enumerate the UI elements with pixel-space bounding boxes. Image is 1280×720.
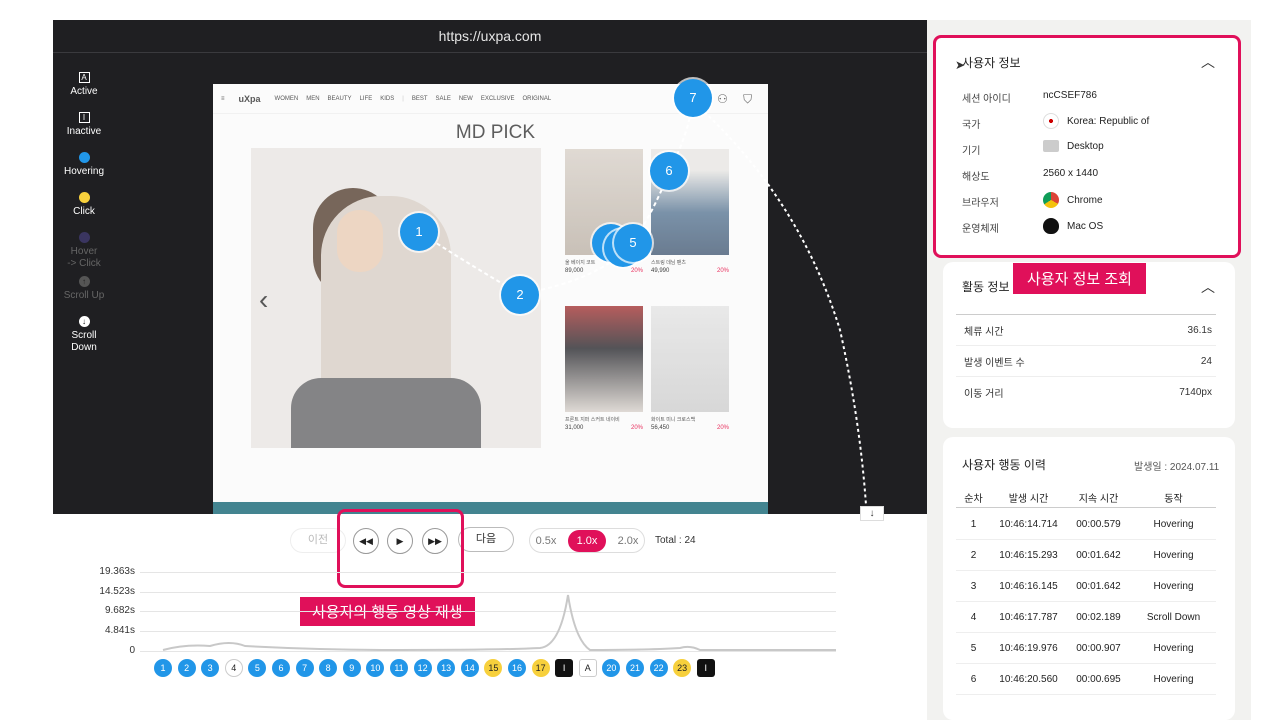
activity-row: 체류 시간 36.1s bbox=[956, 315, 1216, 346]
country: Korea: Republic of bbox=[1043, 113, 1149, 129]
activity-title: 활동 정보 bbox=[962, 280, 1010, 294]
timeline-event[interactable]: 17 bbox=[531, 659, 550, 677]
user-info-annotation-tag: 사용자 정보 조회 bbox=[1013, 263, 1146, 294]
timeline-event[interactable]: 7 bbox=[295, 659, 314, 677]
activity-row: 이동 거리 7140px bbox=[964, 387, 1212, 400]
history-table-header: 순차 발생 시간 지속 시간 동작 bbox=[956, 488, 1216, 508]
timeline-event[interactable]: I bbox=[555, 659, 574, 677]
resolution: 2560 x 1440 bbox=[1043, 168, 1099, 179]
history-date: 발생일 : 2024.07.11 bbox=[1134, 462, 1220, 473]
timeline-event[interactable]: A bbox=[578, 659, 597, 677]
korea-flag-icon bbox=[1043, 113, 1059, 129]
apple-icon bbox=[1043, 218, 1059, 234]
timeline-event[interactable]: 14 bbox=[460, 659, 479, 677]
os: Mac OS bbox=[1043, 218, 1103, 234]
cursor-icon: ➤ bbox=[955, 58, 966, 72]
timeline-event[interactable]: 21 bbox=[626, 659, 644, 677]
device: Desktop bbox=[1043, 140, 1104, 152]
session-id: ncCSEF786 bbox=[1043, 90, 1097, 101]
timeline-event[interactable]: 16 bbox=[508, 659, 526, 677]
timeline-event[interactable]: 12 bbox=[413, 659, 432, 677]
timeline-event[interactable]: 9 bbox=[342, 659, 361, 677]
history-title: 사용자 행동 이력 bbox=[962, 458, 1046, 472]
timeline-event[interactable]: 4 bbox=[224, 659, 243, 677]
timeline-event[interactable]: 22 bbox=[649, 659, 668, 677]
collapse-icon[interactable]: ︿ bbox=[1201, 277, 1215, 297]
history-row[interactable]: 2 10:46:15.293 00:01.642 Hovering bbox=[956, 540, 1216, 571]
timeline-event[interactable]: 1 bbox=[154, 659, 172, 677]
chrome-icon bbox=[1043, 192, 1059, 208]
timeline-event[interactable]: I bbox=[696, 659, 715, 677]
browser: Chrome bbox=[1043, 192, 1103, 208]
timeline-event[interactable]: 11 bbox=[390, 659, 408, 677]
history-row[interactable]: 5 10:46:19.976 00:00.907 Hovering bbox=[956, 633, 1216, 664]
collapse-icon[interactable]: ︿ bbox=[1201, 52, 1215, 72]
history-row[interactable]: 3 10:46:16.145 00:01.642 Hovering bbox=[956, 571, 1216, 602]
timeline-event[interactable]: 2 bbox=[177, 659, 196, 677]
monitor-icon bbox=[1043, 140, 1059, 152]
activity-row: 발생 이벤트 수 24 bbox=[956, 346, 1216, 377]
user-info-title: 사용자 정보 bbox=[962, 56, 1021, 70]
history-row[interactable]: 6 10:46:20.560 00:00.695 Hovering bbox=[956, 664, 1216, 695]
history-row[interactable]: 1 10:46:14.714 00:00.579 Hovering bbox=[956, 509, 1216, 540]
history-row[interactable]: 4 10:46:17.787 00:02.189 Scroll Down bbox=[956, 602, 1216, 633]
timeline-event[interactable]: 6 bbox=[272, 659, 290, 677]
